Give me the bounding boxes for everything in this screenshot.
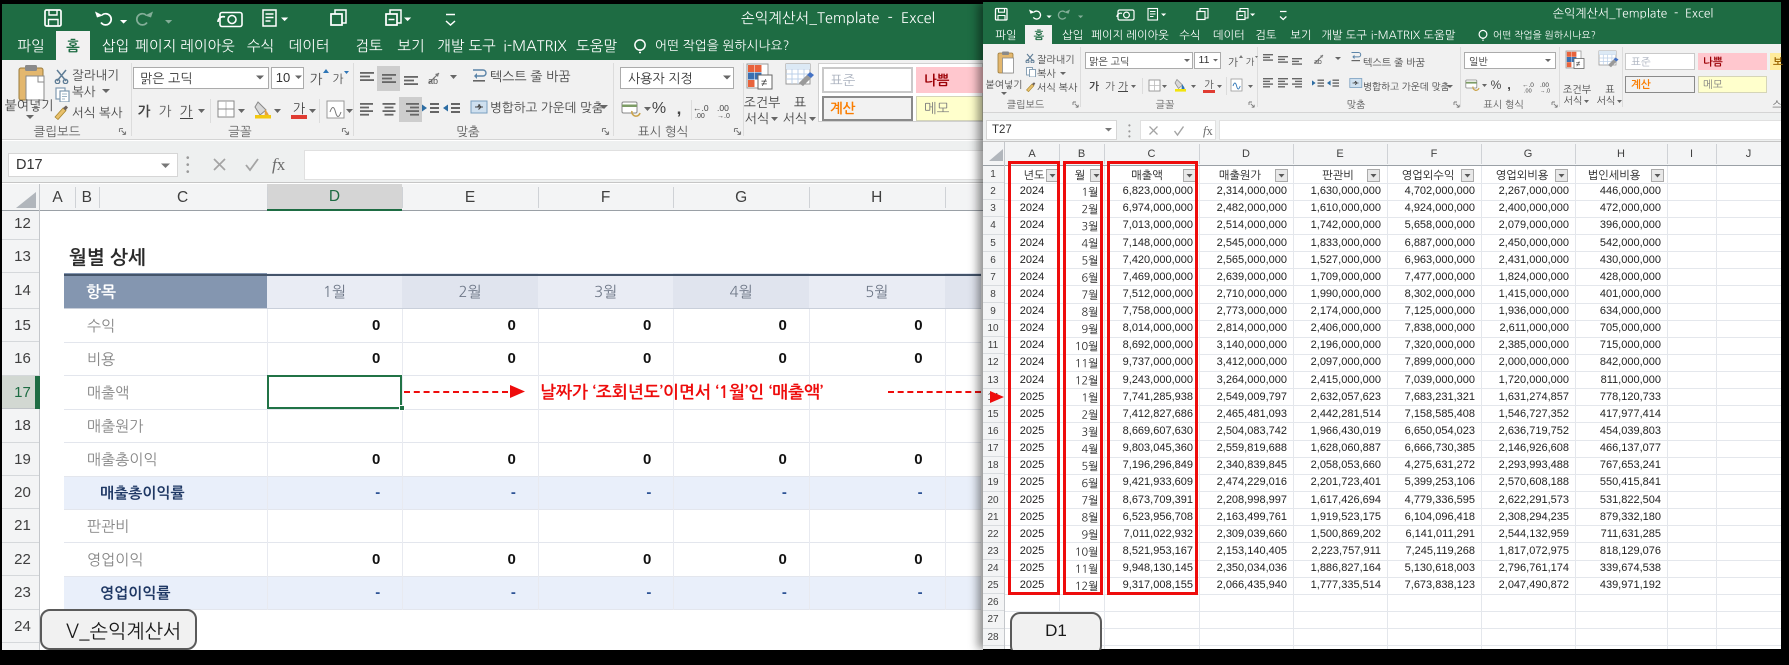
svg-text:≠: ≠ (761, 77, 767, 89)
svg-text:←.0: ←.0 (693, 103, 709, 113)
svg-text:.00: .00 (695, 113, 705, 119)
svg-text:ab: ab (428, 76, 438, 86)
svg-text:→.0: →.0 (1540, 89, 1550, 94)
svg-text:ab: ab (1314, 59, 1322, 66)
svg-text:→.0: →.0 (717, 113, 730, 119)
svg-text:.00: .00 (717, 103, 729, 113)
svg-text:.00: .00 (1524, 89, 1532, 94)
svg-text:≠: ≠ (1576, 60, 1581, 69)
